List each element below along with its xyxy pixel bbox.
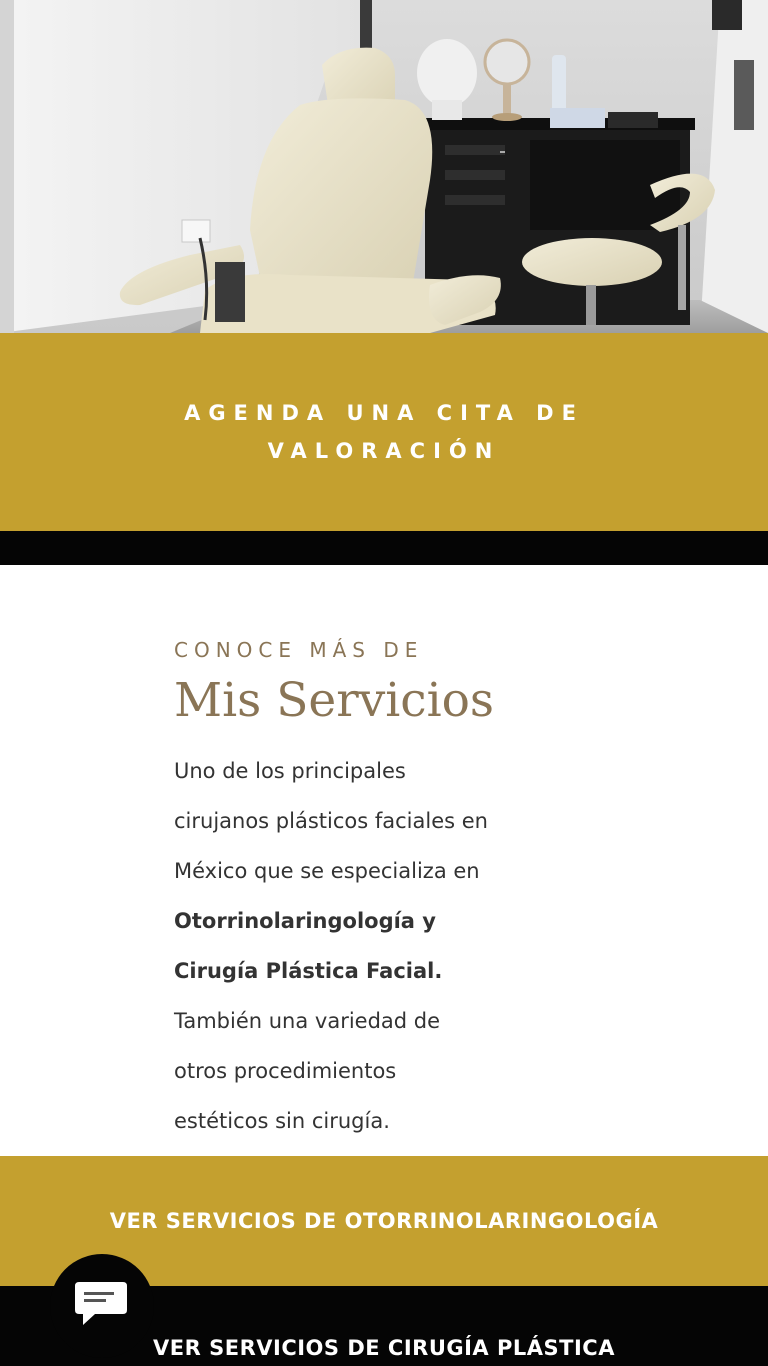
- hero-image: [0, 0, 768, 333]
- otorrinolaringologia-services-label: VER SERVICIOS DE OTORRINOLARINGOLOGÍA: [109, 1209, 659, 1233]
- page: AGENDA UNA CITA DE VALORACIÓN CONOCE MÁS…: [0, 0, 768, 1366]
- services-eyebrow: CONOCE MÁS DE: [174, 638, 424, 662]
- services-description-line: estéticos sin cirugía.: [174, 1109, 390, 1133]
- services-description-line: Uno de los principales: [174, 759, 406, 783]
- services-specialty-line: Otorrinolaringología y: [174, 909, 436, 933]
- section-divider: [0, 531, 768, 565]
- services-description: Uno de los principales cirujanos plástic…: [174, 746, 604, 1146]
- chat-launcher-button[interactable]: [50, 1254, 154, 1358]
- chat-bubble-icon: [75, 1282, 127, 1325]
- services-title: Mis Servicios: [174, 673, 495, 728]
- services-description-line: cirujanos plásticos faciales en: [174, 809, 488, 833]
- services-section: CONOCE MÁS DE Mis Servicios Uno de los p…: [174, 565, 614, 1146]
- schedule-appointment-button[interactable]: AGENDA UNA CITA DE VALORACIÓN: [0, 333, 768, 531]
- services-specialty-line: Cirugía Plástica Facial.: [174, 959, 443, 983]
- schedule-appointment-label: AGENDA UNA CITA DE VALORACIÓN: [184, 401, 584, 463]
- services-description-line: También una variedad de: [174, 1009, 441, 1033]
- services-description-line: México que se especializa en: [174, 859, 480, 883]
- services-description-line: otros procedimientos: [174, 1059, 397, 1083]
- clinic-exam-chair-photo: [0, 0, 768, 333]
